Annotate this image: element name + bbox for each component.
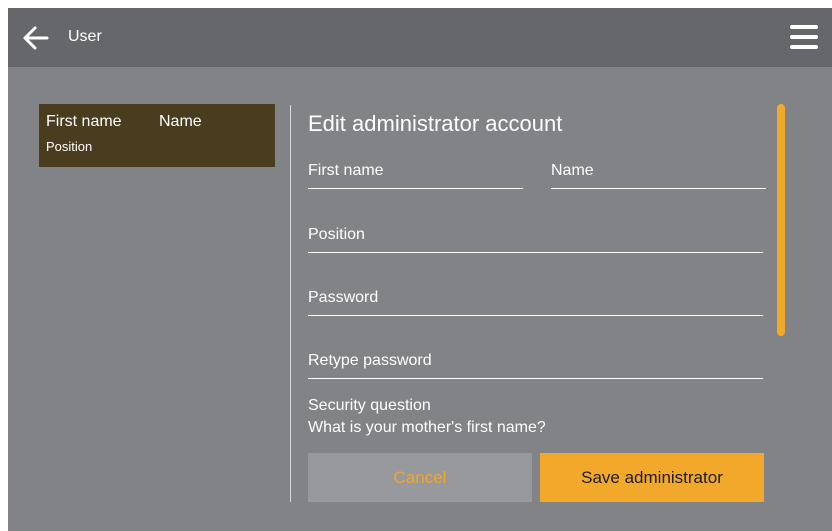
panel-divider [290,105,291,502]
position-field[interactable]: Position [308,222,763,253]
user-list-item-selected[interactable]: First name Name Position [39,104,275,167]
user-first-name: First name [46,113,122,130]
first-name-label: First name [308,162,384,179]
arrow-left-icon [23,26,49,50]
form-title: Edit administrator account [308,111,563,136]
user-position: Position [46,139,93,154]
page-title: User [68,28,102,45]
retype-password-label: Retype password [308,352,432,369]
password-label: Password [308,289,379,306]
first-name-field[interactable]: First name [308,158,523,189]
app-window: User First name Name Position Edit admin… [8,8,832,531]
menu-button[interactable] [790,25,818,49]
user-name: Name [159,113,202,130]
top-bar: User [8,8,832,67]
retype-password-field[interactable]: Retype password [308,348,763,379]
scrollbar-thumb[interactable] [777,104,785,336]
security-question-text: What is your mother's first name? [308,419,546,436]
position-label: Position [308,226,365,243]
cancel-button[interactable]: Cancel [308,453,532,502]
password-field[interactable]: Password [308,285,763,316]
back-button[interactable] [22,25,50,51]
security-question-label: Security question [308,397,431,414]
save-administrator-button[interactable]: Save administrator [540,453,764,502]
name-field[interactable]: Name [551,158,766,189]
name-label: Name [551,162,594,179]
